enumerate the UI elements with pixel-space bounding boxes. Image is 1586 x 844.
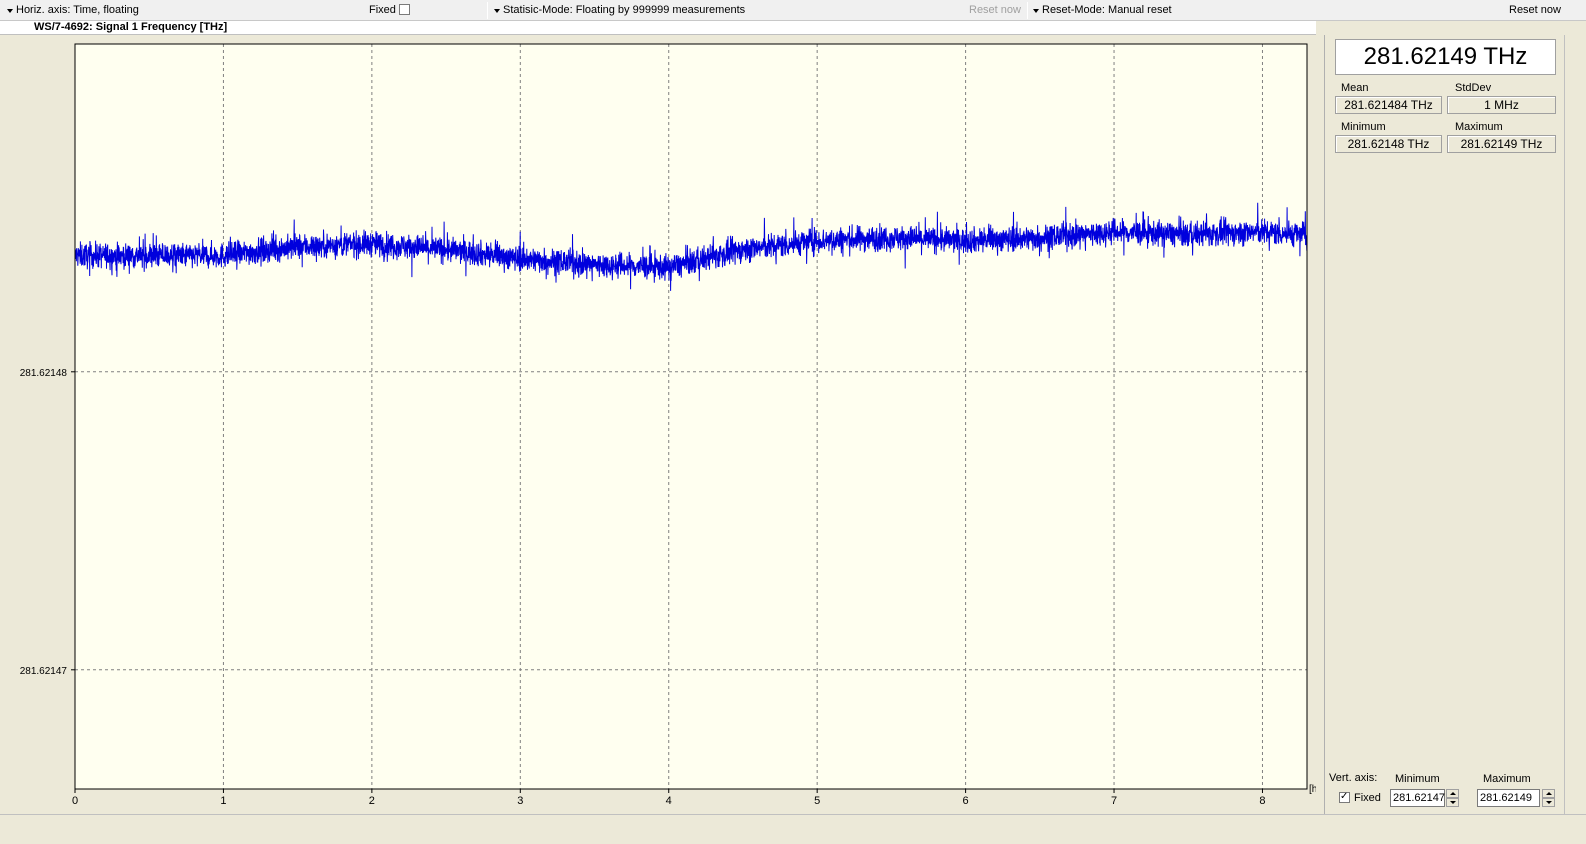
vert-max-up-button[interactable]	[1542, 789, 1555, 798]
vert-min-input[interactable]: 281.62147	[1390, 789, 1445, 807]
reset-now-button-left[interactable]: Reset now	[969, 2, 1021, 19]
vert-min-down-button[interactable]	[1446, 798, 1459, 807]
x-tick-label: 4	[666, 795, 672, 807]
chevron-down-icon	[491, 2, 503, 19]
statistic-mode-label: Statisic-Mode: Floating by 999999 measur…	[503, 4, 746, 16]
vert-max-label: Maximum	[1483, 773, 1531, 785]
toolbar-divider	[487, 2, 488, 19]
top-toolbar: Horiz. axis: Time, floating Fixed Statis…	[0, 0, 1586, 21]
x-tick-label: 8	[1259, 795, 1265, 807]
reset-mode-dropdown[interactable]: Reset-Mode: Manual reset	[1030, 2, 1172, 19]
x-tick-label: 3	[517, 795, 523, 807]
x-tick-label: 0	[72, 795, 78, 807]
horiz-axis-label: Horiz. axis: Time, floating	[16, 4, 139, 16]
chevron-down-icon	[4, 2, 16, 19]
vert-axis-label: Vert. axis:	[1329, 772, 1378, 784]
current-frequency-display: 281.62149 THz	[1335, 39, 1556, 75]
plot-background	[74, 43, 1308, 790]
vert-fixed-label: Fixed	[1354, 792, 1381, 804]
right-scroll-strip	[1564, 35, 1586, 814]
horiz-axis-dropdown[interactable]: Horiz. axis: Time, floating	[4, 2, 139, 19]
chart-title: WS/7-4692: Signal 1 Frequency [THz]	[34, 21, 228, 33]
reset-mode-label: Reset-Mode: Manual reset	[1042, 4, 1172, 16]
status-bar	[0, 814, 1586, 844]
x-unit-label: [h]	[1309, 784, 1316, 795]
vert-fixed-checkbox[interactable]	[1339, 791, 1350, 803]
fixed-checkbox[interactable]	[398, 4, 410, 15]
minimum-label: Minimum	[1341, 121, 1386, 133]
x-tick-label: 6	[963, 795, 969, 807]
fixed-toggle[interactable]: Fixed	[369, 2, 410, 19]
stddev-label: StdDev	[1455, 82, 1492, 94]
chevron-down-icon	[1030, 2, 1042, 19]
x-tick-label: 2	[369, 795, 375, 807]
stddev-value: 1 MHz	[1447, 96, 1556, 114]
mean-value: 281.621484 THz	[1335, 96, 1442, 114]
vert-max-down-button[interactable]	[1542, 798, 1555, 807]
reset-now-button-right[interactable]: Reset now	[1509, 2, 1561, 19]
x-tick-label: 7	[1111, 795, 1117, 807]
maximum-value: 281.62149 THz	[1447, 135, 1556, 153]
frequency-chart[interactable]: 0 1 2 3 4 5 6 7 8 [h] 281.62148 281.62147	[0, 35, 1316, 814]
vert-fixed-toggle[interactable]: Fixed	[1339, 791, 1381, 804]
stats-panel: 281.62149 THz Mean StdDev 281.621484 THz…	[1324, 35, 1564, 814]
toolbar-divider	[1027, 2, 1028, 19]
y-tick-label: 281.62147	[20, 666, 68, 677]
chart-header: WS/7-4692: Signal 1 Frequency [THz]	[0, 21, 1316, 35]
mean-label: Mean	[1341, 82, 1369, 94]
y-tick-label: 281.62148	[20, 368, 68, 379]
fixed-label: Fixed	[369, 4, 396, 16]
x-tick-label: 5	[814, 795, 820, 807]
vert-max-input[interactable]: 281.62149	[1477, 789, 1540, 807]
maximum-label: Maximum	[1455, 121, 1503, 133]
vert-min-label: Minimum	[1395, 773, 1440, 785]
minimum-value: 281.62148 THz	[1335, 135, 1442, 153]
x-tick-label: 1	[220, 795, 226, 807]
statistic-mode-dropdown[interactable]: Statisic-Mode: Floating by 999999 measur…	[491, 2, 745, 19]
vert-min-up-button[interactable]	[1446, 789, 1459, 798]
